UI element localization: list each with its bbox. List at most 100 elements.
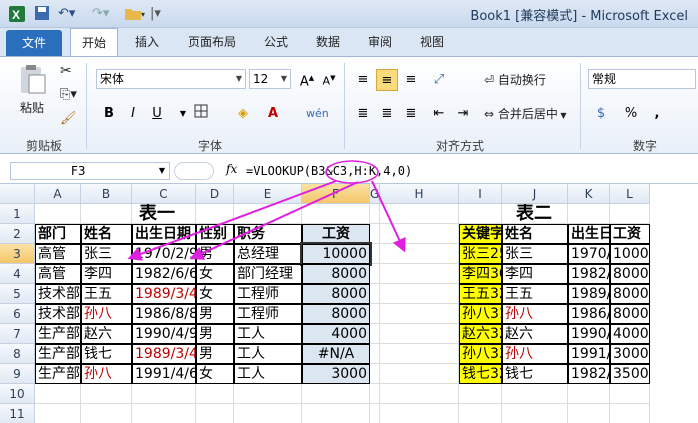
orientation-icon[interactable]: ⤢ xyxy=(428,69,450,91)
font-color-icon[interactable]: A xyxy=(262,103,284,125)
undo-icon[interactable]: ↶▾ xyxy=(58,5,75,23)
merge-center-button[interactable]: ⇔ 合并后居中 ▼ xyxy=(484,105,567,122)
table1-cell[interactable]: 工程师 xyxy=(234,284,302,304)
name-box[interactable]: F3 ▼ xyxy=(10,162,170,180)
decrease-indent-icon[interactable]: ⇤ xyxy=(428,103,450,125)
cell[interactable] xyxy=(132,384,196,404)
increase-indent-icon[interactable]: ⇥ xyxy=(452,103,474,125)
table1-cell[interactable]: 孙八 xyxy=(81,364,132,384)
border-icon[interactable] xyxy=(190,103,212,125)
cell[interactable] xyxy=(302,404,370,423)
cell[interactable] xyxy=(380,364,459,384)
column-header-d[interactable]: D xyxy=(196,184,234,204)
table1-cell[interactable]: 总经理 xyxy=(234,244,302,264)
cell[interactable] xyxy=(380,324,459,344)
table1-cell[interactable]: 王五 xyxy=(81,284,132,304)
column-header-k[interactable]: K xyxy=(568,184,610,204)
table1-header[interactable]: 姓名 xyxy=(81,224,132,244)
table1-cell[interactable]: 生产部 xyxy=(35,324,81,344)
cell[interactable] xyxy=(610,204,650,224)
format-painter-icon[interactable]: 🖌 xyxy=(60,111,77,126)
tab-data[interactable]: 数据 xyxy=(306,28,350,56)
tab-file[interactable]: 文件 xyxy=(6,30,62,56)
row-header-1[interactable]: 1 xyxy=(0,204,35,224)
column-header-c[interactable]: C xyxy=(132,184,196,204)
formula-cancel-enter[interactable] xyxy=(174,162,214,180)
customize-toolbar-icon[interactable]: |▾ xyxy=(150,5,161,23)
table2-header[interactable]: 工资 xyxy=(610,224,650,244)
align-right-icon[interactable]: ≣ xyxy=(400,103,422,125)
tab-view[interactable]: 视图 xyxy=(410,28,454,56)
row-header-7[interactable]: 7 xyxy=(0,324,35,344)
align-center-icon[interactable]: ≣ xyxy=(376,103,398,125)
table1-header[interactable]: 性别 xyxy=(196,224,234,244)
cell[interactable] xyxy=(370,324,380,344)
table2-cell[interactable]: 李四 xyxy=(502,264,568,284)
cell[interactable] xyxy=(370,244,380,264)
insert-function-button[interactable]: fx xyxy=(226,162,237,176)
font-name-select[interactable]: 宋体 ▼ xyxy=(96,69,246,89)
salary-cell[interactable]: #N/A xyxy=(302,344,370,364)
row-header-6[interactable]: 6 xyxy=(0,304,35,324)
table1-header[interactable]: 部门 xyxy=(35,224,81,244)
table1-cell[interactable]: 1989/3/4 xyxy=(132,284,196,304)
column-header-i[interactable]: I xyxy=(459,184,502,204)
table1-cell[interactable]: 技术部 xyxy=(35,304,81,324)
underline-button[interactable]: U xyxy=(146,103,168,125)
table1-cell[interactable]: 部门经理 xyxy=(234,264,302,284)
row-header-3[interactable]: 3 xyxy=(0,244,35,264)
table2-cell[interactable]: 孙八 xyxy=(502,304,568,324)
cell[interactable] xyxy=(35,204,81,224)
redo-icon[interactable]: ↷▾ xyxy=(92,5,109,23)
row-header-5[interactable]: 5 xyxy=(0,284,35,304)
tab-page-layout[interactable]: 页面布局 xyxy=(178,28,246,56)
fill-color-icon[interactable]: ◈ xyxy=(232,103,254,125)
column-header-g[interactable]: G xyxy=(370,184,380,204)
open-folder-icon[interactable]: ▾ xyxy=(124,5,146,23)
table1-cell[interactable]: 钱七 xyxy=(81,344,132,364)
table1-cell[interactable]: 1970/2/9 xyxy=(132,244,196,264)
column-header-l[interactable]: L xyxy=(610,184,650,204)
cell[interactable] xyxy=(380,264,459,284)
table2-cell[interactable]: 3000 xyxy=(610,344,650,364)
align-left-icon[interactable]: ≣ xyxy=(352,103,374,125)
salary-cell[interactable]: 8000 xyxy=(302,284,370,304)
table1-cell[interactable]: 高管 xyxy=(35,264,81,284)
table1-cell[interactable]: 男 xyxy=(196,244,234,264)
wrap-text-button[interactable]: ⏎ 自动换行 xyxy=(484,71,546,88)
cell[interactable] xyxy=(302,204,370,224)
table2-cell[interactable]: 1989/3/4 xyxy=(568,284,610,304)
table2-header[interactable]: 出生日期 xyxy=(568,224,610,244)
cell[interactable] xyxy=(610,404,650,423)
cell[interactable] xyxy=(370,364,380,384)
key-field-cell[interactable]: 王五32571 xyxy=(459,284,502,304)
table1-cell[interactable]: 李四 xyxy=(81,264,132,284)
tab-insert[interactable]: 插入 xyxy=(124,28,170,56)
column-header-h[interactable]: H xyxy=(380,184,459,204)
table1-cell[interactable]: 工程师 xyxy=(234,304,302,324)
cell[interactable] xyxy=(234,404,302,423)
tab-formulas[interactable]: 公式 xyxy=(254,28,298,56)
table2-title[interactable]: 表二 xyxy=(459,204,610,224)
key-field-cell[interactable]: 孙八31632 xyxy=(459,304,502,324)
key-field-cell[interactable]: 赵六32972 xyxy=(459,324,502,344)
row-header-11[interactable]: 11 xyxy=(0,404,35,423)
table2-cell[interactable]: 4000 xyxy=(610,324,650,344)
number-format-select[interactable]: 常规 xyxy=(588,69,696,89)
bold-button[interactable]: B xyxy=(98,103,120,125)
table2-cell[interactable]: 1970/2/9 xyxy=(568,244,610,264)
column-header-a[interactable]: A xyxy=(35,184,81,204)
cell[interactable] xyxy=(35,384,81,404)
cell[interactable] xyxy=(380,304,459,324)
cell[interactable] xyxy=(502,384,568,404)
cell[interactable] xyxy=(370,224,380,244)
cell[interactable] xyxy=(370,344,380,364)
cell[interactable] xyxy=(568,384,610,404)
table1-cell[interactable]: 高管 xyxy=(35,244,81,264)
table1-header[interactable]: 工资 xyxy=(302,224,370,244)
table2-cell[interactable]: 8000 xyxy=(610,264,650,284)
align-bottom-icon[interactable]: ≡ xyxy=(400,69,422,91)
save-icon[interactable] xyxy=(34,5,50,23)
column-header-j[interactable]: J xyxy=(502,184,568,204)
table2-cell[interactable]: 1990/4/9 xyxy=(568,324,610,344)
